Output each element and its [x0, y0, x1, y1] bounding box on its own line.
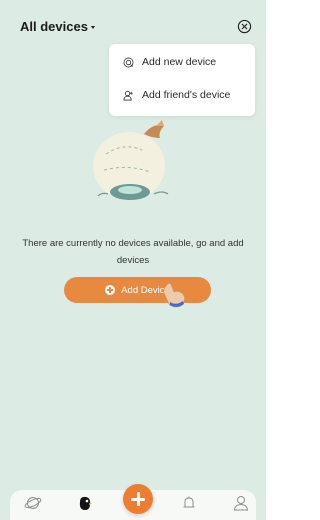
chevron-down-icon: [90, 25, 95, 29]
empty-state-message: There are currently no devices available…: [22, 238, 244, 266]
devices-icon[interactable]: [76, 494, 94, 512]
bell-icon[interactable]: [180, 494, 198, 512]
planet-icon[interactable]: [24, 494, 42, 512]
empty-nest-illustration: [93, 120, 169, 200]
menu-item-label: Add new device: [142, 56, 217, 68]
devices-screen: All devices Add new device Add friend's …: [0, 0, 266, 520]
pointing-hand-icon: [163, 282, 186, 308]
add-icon[interactable]: [123, 484, 153, 514]
plus-circle-icon: [105, 285, 116, 295]
profile-icon[interactable]: [232, 494, 250, 512]
friend-icon: [123, 90, 133, 100]
page-title: All devices: [20, 19, 88, 34]
add-device-menu: Add new device Add friend's device: [109, 44, 255, 116]
menu-item-add-new-device[interactable]: Add new device: [123, 53, 216, 71]
close-icon[interactable]: [237, 19, 252, 34]
device-filter-dropdown[interactable]: All devices: [20, 19, 95, 34]
menu-item-add-friends-device[interactable]: Add friend's device: [123, 86, 230, 104]
add-device-icon: [123, 57, 134, 67]
menu-item-label: Add friend's device: [142, 89, 231, 101]
